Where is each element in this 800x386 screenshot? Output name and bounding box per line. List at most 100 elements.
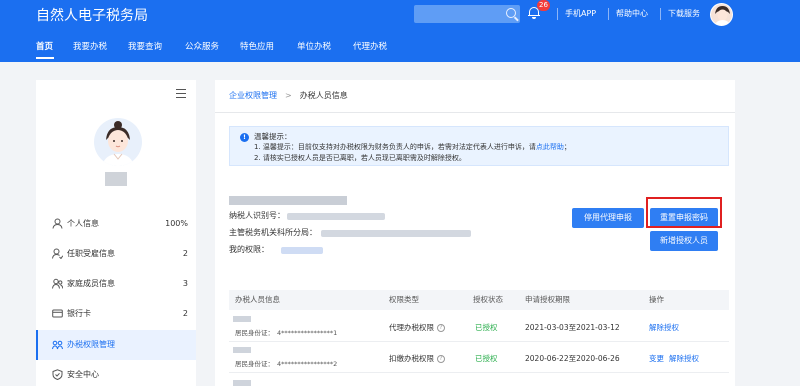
- sidebar-item-value: 3: [182, 279, 188, 288]
- highlight-box: [646, 197, 722, 228]
- person-name-redacted: [233, 316, 251, 322]
- authorization-period: 2020-06-22至2020-06-26: [525, 354, 620, 363]
- breadcrumb: 企业权限管理 > 办税人员信息: [229, 90, 348, 102]
- id-value: 4****************2: [277, 360, 338, 368]
- permission-type: 扣缴办税权限?: [389, 353, 445, 364]
- divider: [608, 8, 609, 20]
- breadcrumb-current: 办税人员信息: [299, 91, 348, 100]
- sidebar-item-label: 银行卡: [67, 309, 91, 318]
- stop-agent-declaration-button[interactable]: 停用代理申报: [572, 208, 644, 228]
- help-link[interactable]: 点此帮助: [536, 143, 564, 151]
- notice-title: 温馨提示：: [254, 132, 292, 141]
- column-header: 权限类型: [389, 295, 419, 304]
- revoke-authorization-link[interactable]: 解除授权: [649, 322, 679, 333]
- employment-icon: [52, 248, 63, 259]
- left-panel: 个人信息 100% 任职受雇信息 2 家庭成员信息 3 银行卡 2 办税权限管理…: [36, 80, 196, 386]
- avatar-icon: [94, 118, 142, 166]
- notification-badge: 26: [537, 0, 550, 11]
- sidebar-item-security[interactable]: 安全中心: [36, 360, 196, 386]
- sidebar-item-family[interactable]: 家庭成员信息 3: [36, 269, 196, 299]
- my-permission-redacted: [281, 247, 323, 254]
- search-icon[interactable]: [506, 8, 516, 18]
- notice-line-2: 2. 请核实已授权人员是否已离职，若人员现已离职需及时解除授权。: [254, 154, 466, 162]
- shield-icon: [52, 369, 63, 380]
- nav-home[interactable]: 首页: [36, 41, 53, 53]
- mobile-app-link[interactable]: 手机APP: [565, 8, 596, 20]
- authorization-period: 2021-03-03至2021-03-12: [525, 323, 620, 332]
- breadcrumb-parent-link[interactable]: 企业权限管理: [229, 91, 277, 100]
- profile-name-redacted: [105, 172, 127, 186]
- sidebar-item-label: 任职受雇信息: [67, 249, 115, 258]
- notice-line-1: 1. 温馨提示：目前仅支持对办税权限为财务负责人的申诉，若需对法定代表人进行申诉…: [254, 142, 571, 152]
- my-permission-label: 我的权限：: [229, 245, 269, 254]
- person-icon: [52, 218, 63, 229]
- column-header: 授权状态: [473, 295, 503, 304]
- table-row: 居民身份证： 4****************1 代理办税权限? 已授权 20…: [229, 312, 729, 342]
- column-header: 申请授权期限: [525, 295, 570, 304]
- divider: [557, 8, 558, 20]
- help-icon[interactable]: ?: [437, 355, 445, 363]
- sidebar-item-employment[interactable]: 任职受雇信息 2: [36, 239, 196, 269]
- nav-company-tax[interactable]: 单位办税: [297, 41, 331, 53]
- id-label: 居民身份证：: [235, 329, 274, 337]
- chevron-right-icon: >: [285, 91, 292, 100]
- profile-avatar: [94, 118, 142, 166]
- divider: [660, 8, 661, 20]
- sidebar-item-value: 2: [182, 309, 188, 318]
- taxpayer-id-redacted: [287, 213, 385, 220]
- person-name-redacted: [233, 380, 251, 386]
- status-badge: 已授权: [475, 323, 498, 332]
- permission-type-text: 扣缴办税权限: [389, 354, 434, 363]
- search-input[interactable]: [414, 5, 520, 23]
- avatar-icon: [711, 4, 732, 25]
- sidebar-item-value: 2: [182, 249, 188, 258]
- column-header: 操作: [649, 295, 664, 304]
- permission-icon: [52, 340, 63, 350]
- revoke-authorization-link[interactable]: 解除授权: [669, 353, 699, 364]
- change-link[interactable]: 变更: [649, 353, 664, 364]
- nav-public-service[interactable]: 公众服务: [185, 41, 219, 53]
- sidebar-item-bank-card[interactable]: 银行卡 2: [36, 299, 196, 329]
- person-name-redacted: [233, 347, 251, 353]
- id-value: 4****************1: [277, 329, 338, 337]
- sidebar-item-tax-permission[interactable]: 办税权限管理: [36, 330, 196, 360]
- table-row: 居民身份证： 4****************2 扣缴办税权限? 已授权 20…: [229, 343, 729, 373]
- notice-box: ! 温馨提示： 1. 温馨提示：目前仅支持对办税权限为财务负责人的申诉，若需对法…: [229, 126, 729, 166]
- permission-type: 代理办税权限?: [389, 322, 445, 333]
- nav-agent-tax[interactable]: 代理办税: [353, 41, 387, 53]
- sidebar-item-label: 家庭成员信息: [67, 279, 115, 288]
- sidebar-item-personal-info[interactable]: 个人信息 100%: [36, 209, 196, 239]
- sidebar-item-label: 办税权限管理: [67, 340, 115, 349]
- sidebar-item-value: 100%: [165, 219, 188, 228]
- sidebar-item-label: 安全中心: [67, 370, 99, 379]
- menu-icon[interactable]: [176, 89, 186, 99]
- notice-text: 1. 温馨提示：目前仅支持对办税权限为财务负责人的申诉，若需对法定代表人进行申诉…: [254, 143, 536, 151]
- status-badge: 已授权: [475, 354, 498, 363]
- sidebar-item-label: 个人信息: [67, 219, 99, 228]
- top-bar: 自然人电子税务局 26 手机APP 帮助中心 下载服务 首页 我要办税 我要查询…: [0, 0, 800, 62]
- tax-office-label: 主管税务机关科所分局：: [229, 228, 317, 237]
- family-icon: [52, 278, 63, 289]
- divider: [215, 112, 735, 113]
- nav-do-tax[interactable]: 我要办税: [73, 41, 107, 53]
- nav-query[interactable]: 我要查询: [128, 41, 162, 53]
- taxpayer-id-label: 纳税人识别号：: [229, 211, 285, 220]
- add-authorized-person-button[interactable]: 新增授权人员: [650, 231, 718, 251]
- table-header: 办税人员信息 权限类型 授权状态 申请授权期限 操作: [229, 290, 729, 310]
- tax-office-redacted: [321, 230, 471, 237]
- notice-text: ；: [563, 143, 571, 151]
- download-service-link[interactable]: 下载服务: [668, 8, 700, 20]
- permission-type-text: 代理办税权限: [389, 323, 434, 332]
- help-icon[interactable]: ?: [437, 324, 445, 332]
- help-center-link[interactable]: 帮助中心: [616, 8, 648, 20]
- nav-active-indicator: [36, 57, 54, 59]
- main-panel: 企业权限管理 > 办税人员信息 ! 温馨提示： 1. 温馨提示：目前仅支持对办税权限…: [215, 80, 735, 386]
- nav-featured-apps[interactable]: 特色应用: [240, 41, 274, 53]
- taxpayer-name-redacted: [229, 196, 347, 205]
- info-icon: !: [240, 133, 249, 142]
- app-title: 自然人电子税务局: [36, 8, 148, 24]
- bank-card-icon: [52, 309, 63, 318]
- id-label: 居民身份证：: [235, 360, 274, 368]
- column-header: 办税人员信息: [235, 295, 280, 304]
- user-avatar[interactable]: [710, 3, 733, 26]
